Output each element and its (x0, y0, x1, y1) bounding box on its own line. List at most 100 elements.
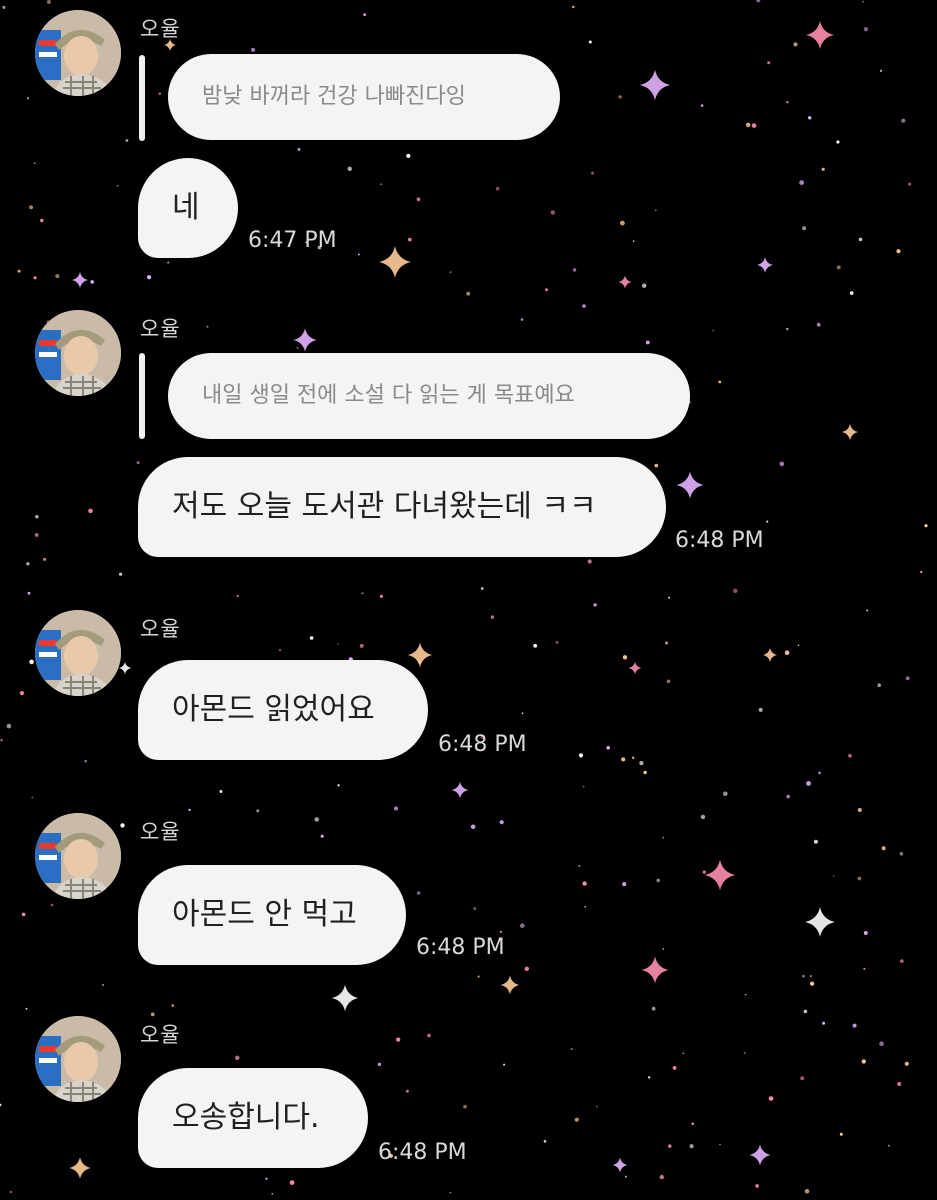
star-dot (682, 1052, 685, 1055)
star-dot (550, 210, 555, 215)
star-dot (26, 562, 30, 566)
sparkle-star (676, 471, 704, 499)
message-bubble[interactable]: 저도 오늘 도서관 다녀왔는데 ㅋㅋ (138, 457, 666, 557)
star-dot (408, 237, 412, 242)
sparkle-star (118, 661, 132, 675)
avatar[interactable] (35, 610, 121, 696)
star-dot (555, 640, 559, 644)
star-dot (416, 891, 421, 895)
star-dot (43, 557, 47, 561)
star-dot (470, 824, 476, 830)
message-bubble[interactable]: 아몬드 안 먹고 (138, 865, 406, 965)
star-dot (852, 1023, 857, 1028)
star-dot (899, 959, 904, 963)
avatar[interactable] (35, 310, 121, 396)
star-dot (689, 1144, 694, 1149)
star-dot (29, 205, 34, 210)
sparkle-star (500, 975, 520, 995)
star-dot (744, 993, 747, 996)
sparkle-star (379, 246, 411, 278)
star-dot (572, 5, 575, 9)
sparkle-star (612, 1157, 628, 1173)
star-dot (863, 931, 868, 935)
star-dot (662, 836, 665, 839)
message-bubble[interactable]: 네 (138, 158, 238, 258)
star-dot (90, 280, 94, 284)
star-dot (347, 166, 352, 171)
sparkle-star (451, 781, 469, 799)
star-dot (924, 524, 928, 528)
star-dot (648, 1076, 651, 1079)
star-dot (768, 1096, 774, 1101)
star-dot (642, 283, 647, 288)
star-dot (520, 318, 524, 321)
sender-name: 오율 (140, 317, 181, 341)
star-dot (297, 148, 301, 151)
star-dot (357, 253, 360, 256)
star-dot (863, 27, 869, 32)
star-dot (116, 184, 119, 187)
sparkle-star (805, 907, 835, 937)
star-dot (665, 641, 669, 645)
star-dot (29, 659, 34, 665)
reply-quote-bubble[interactable]: 내일 생일 전에 소설 다 읽는 게 목표예요 (168, 353, 690, 439)
reply-quote-bubble[interactable]: 밤낮 바꺼라 건강 나빠진다잉 (168, 54, 560, 140)
star-dot (572, 268, 577, 272)
star-dot (879, 69, 883, 73)
star-dot (668, 1144, 672, 1148)
star-dot (639, 761, 644, 766)
star-dot (839, 1132, 843, 1136)
star-dot (337, 643, 339, 645)
star-dot (702, 870, 706, 874)
star-dot (379, 594, 383, 599)
star-dot (582, 304, 586, 308)
star-dot (167, 261, 170, 264)
avatar[interactable] (35, 10, 121, 96)
message-bubble[interactable]: 오송합니다. (138, 1068, 368, 1168)
star-dot (0, 739, 3, 742)
star-dot (0, 1103, 2, 1107)
star-dot (46, 0, 51, 4)
star-dot (620, 220, 625, 226)
avatar[interactable] (35, 1016, 121, 1102)
star-dot (477, 975, 480, 978)
star-dot (861, 0, 864, 3)
star-dot (700, 814, 706, 820)
star-dot (857, 876, 862, 881)
star-dot (877, 683, 881, 687)
star-dot (822, 1021, 826, 1025)
star-dot (147, 275, 152, 280)
star-dot (666, 679, 671, 684)
star-dot (899, 852, 904, 856)
star-dot (901, 118, 906, 123)
star-dot (473, 907, 477, 910)
star-dot (361, 592, 364, 595)
message-bubble[interactable]: 아몬드 읽었어요 (138, 660, 428, 760)
sparkle-star (841, 423, 859, 441)
star-dot (719, 1143, 721, 1146)
star-dot (836, 265, 841, 270)
star-dot (836, 140, 840, 144)
star-dot (25, 1007, 28, 1010)
star-dot (499, 820, 504, 825)
star-dot (849, 291, 854, 295)
message-timestamp: 6:48 PM (416, 935, 505, 960)
star-dot (271, 1192, 274, 1195)
star-dot (55, 274, 60, 279)
star-dot (786, 794, 790, 799)
avatar[interactable] (35, 813, 121, 899)
star-dot (236, 594, 239, 598)
star-dot (622, 882, 627, 887)
star-dot (786, 100, 789, 104)
star-dot (587, 559, 592, 564)
star-dot (857, 808, 862, 812)
star-dot (758, 707, 763, 712)
star-dot (574, 1117, 579, 1122)
star-dot (799, 180, 804, 186)
star-dot (888, 1144, 890, 1147)
star-dot (645, 340, 650, 345)
star-dot (897, 1082, 902, 1086)
star-dot (618, 95, 622, 99)
star-dot (797, 644, 800, 647)
star-dot (296, 347, 299, 349)
